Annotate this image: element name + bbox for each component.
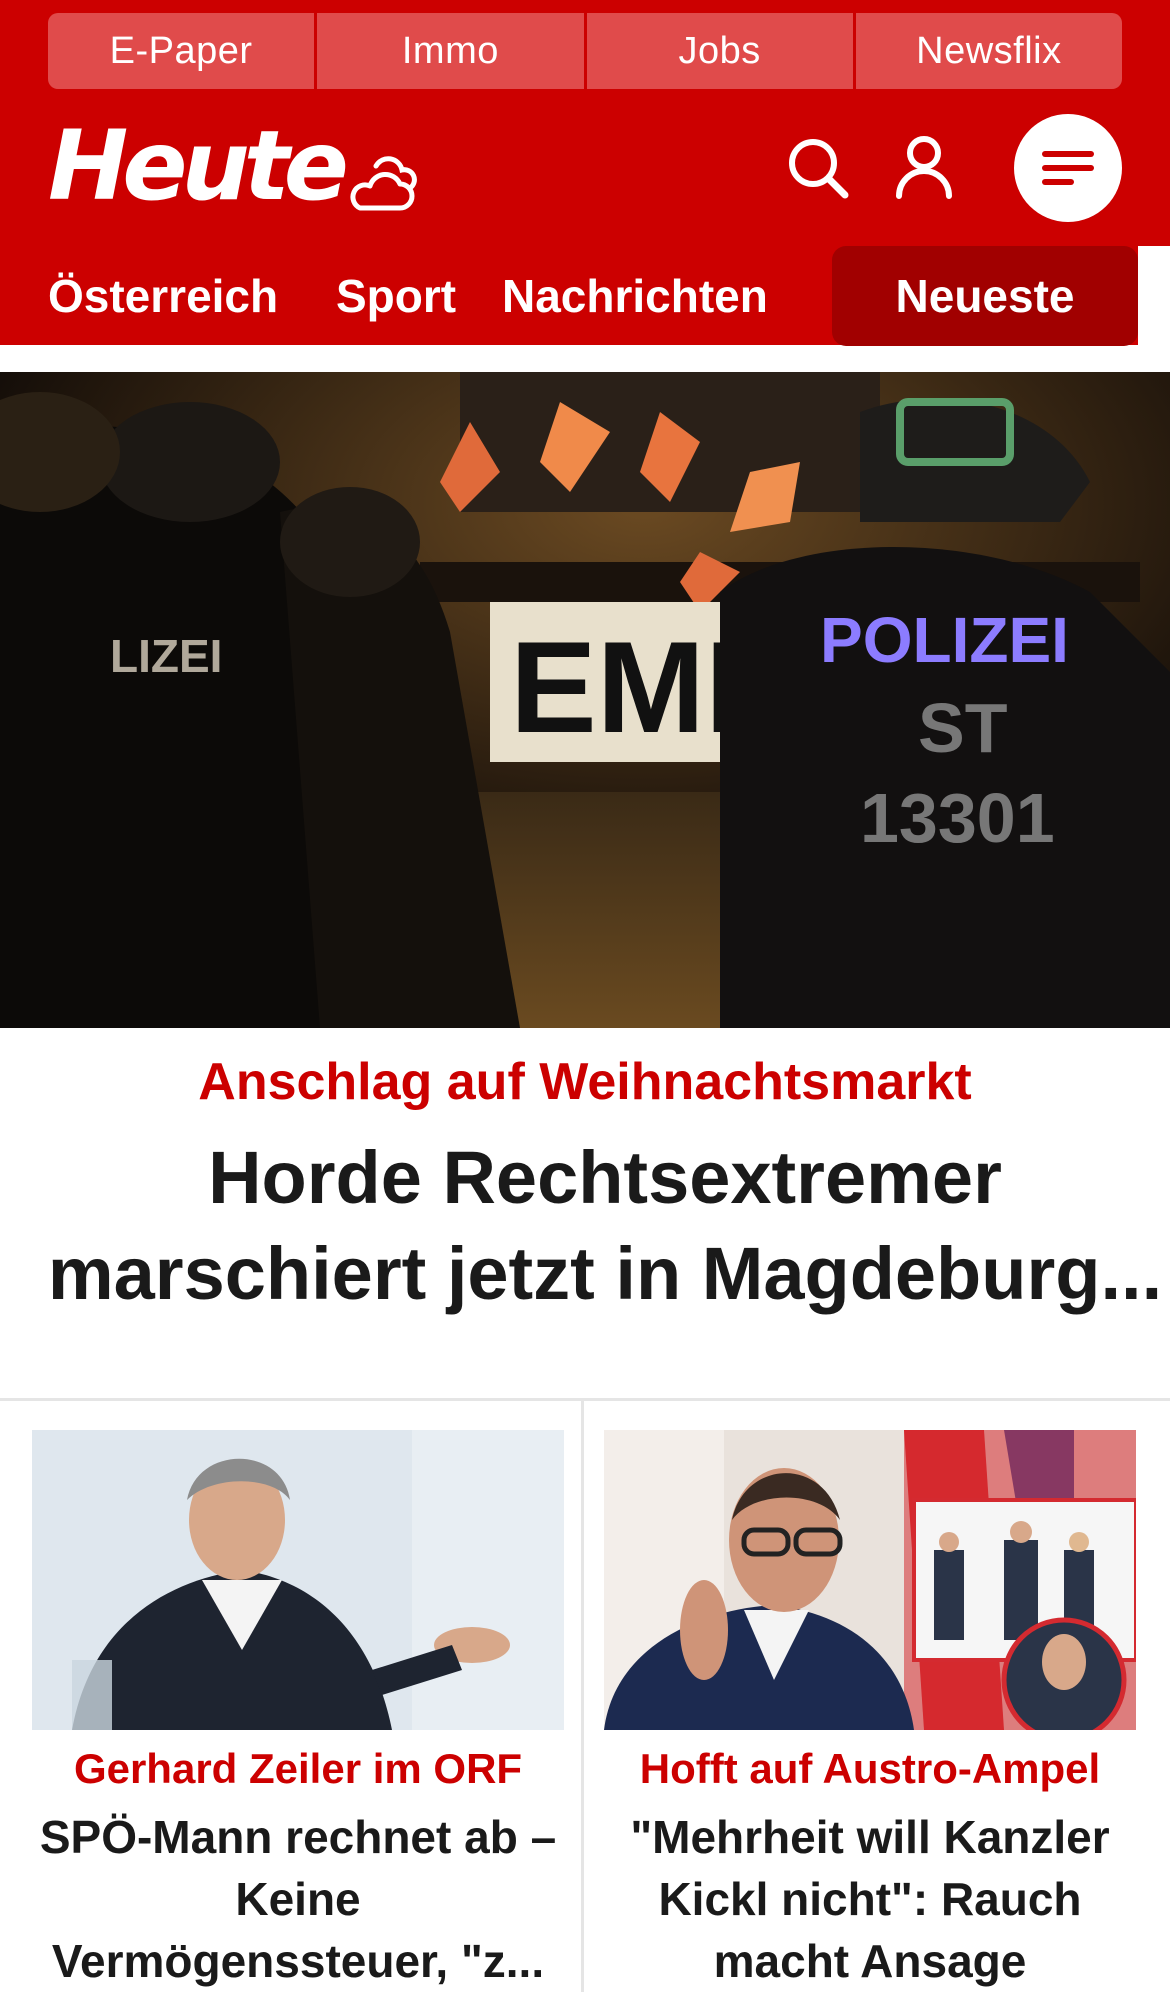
nav-item-oesterreich[interactable]: Österreich xyxy=(48,246,278,346)
hero-vest-left-text: LIZEI xyxy=(110,630,222,682)
article-title-zeiler-line-1: SPÖ-Mann rechnet ab – xyxy=(39,1811,557,1863)
nav-item-sport[interactable]: Sport xyxy=(336,246,456,346)
section-divider xyxy=(0,1398,1170,1401)
top-link-epaper[interactable]: E-Paper xyxy=(48,13,315,89)
article-title-rauch-line-2: Kickl nicht": Rauch xyxy=(658,1873,1082,1925)
heute-logo[interactable]: Heute xyxy=(48,118,349,214)
article-title-zeiler-line-3: Vermögenssteuer, "z... xyxy=(51,1935,545,1987)
cloud-icon[interactable] xyxy=(346,152,422,214)
article-title-zeiler-line-2: Keine xyxy=(235,1873,361,1925)
article-kicker-rauch: Hofft auf Austro-Ampel xyxy=(639,1745,1101,1792)
nav-item-neueste[interactable]: Neueste xyxy=(832,246,1138,346)
nav-scroll-edge xyxy=(1138,246,1170,345)
user-icon[interactable] xyxy=(894,134,954,200)
hero-kicker[interactable]: Anschlag auf Weihnachtsmarkt xyxy=(0,1052,1170,1112)
site-header: E-Paper Immo Jobs Newsflix Heute Österre… xyxy=(0,0,1170,346)
article-title-rauch-line-3: macht Ansage xyxy=(713,1935,1027,1987)
hero-vest-right-text: POLIZEI xyxy=(820,604,1069,676)
top-link-jobs[interactable]: Jobs xyxy=(586,13,853,89)
hero-headline[interactable]: Horde Rechtsextremer marschiert jetzt in… xyxy=(40,1130,1170,1322)
article-kicker-zeiler: Gerhard Zeiler im ORF xyxy=(73,1745,523,1792)
search-icon[interactable] xyxy=(786,136,850,200)
top-link-immo[interactable]: Immo xyxy=(317,13,584,89)
column-divider xyxy=(581,1401,584,1992)
hero-headline-line-1: Horde Rechtsextremer xyxy=(208,1136,1002,1219)
top-link-newsflix[interactable]: Newsflix xyxy=(855,13,1122,89)
hero-headline-line-2: marschiert jetzt in Magdeburg... xyxy=(47,1232,1163,1315)
hero-number-text: 13301 xyxy=(860,779,1055,857)
article-image-rauch[interactable] xyxy=(604,1430,1136,1730)
article-image-zeiler[interactable] xyxy=(32,1430,564,1730)
hero-image[interactable]: EMIG LIZEI POLIZEI ST 13301 xyxy=(0,372,1170,1028)
article-title-rauch-line-1: "Mehrheit will Kanzler xyxy=(630,1811,1110,1863)
article-card-zeiler[interactable]: Gerhard Zeiler im ORF SPÖ-Mann rechnet a… xyxy=(32,1430,564,1992)
article-title-rauch: "Mehrheit will Kanzler Kickl nicht": Rau… xyxy=(604,1806,1136,1992)
article-card-rauch[interactable]: Hofft auf Austro-Ampel "Mehrheit will Ka… xyxy=(604,1430,1136,1992)
menu-icon xyxy=(1042,151,1094,185)
hero-unit-text: ST xyxy=(918,689,1007,767)
top-links-bar: E-Paper Immo Jobs Newsflix xyxy=(48,13,1122,89)
menu-button[interactable] xyxy=(1014,114,1122,222)
nav-item-nachrichten[interactable]: Nachrichten xyxy=(502,246,768,346)
article-title-zeiler: SPÖ-Mann rechnet ab – Keine Vermögensste… xyxy=(32,1806,564,1992)
